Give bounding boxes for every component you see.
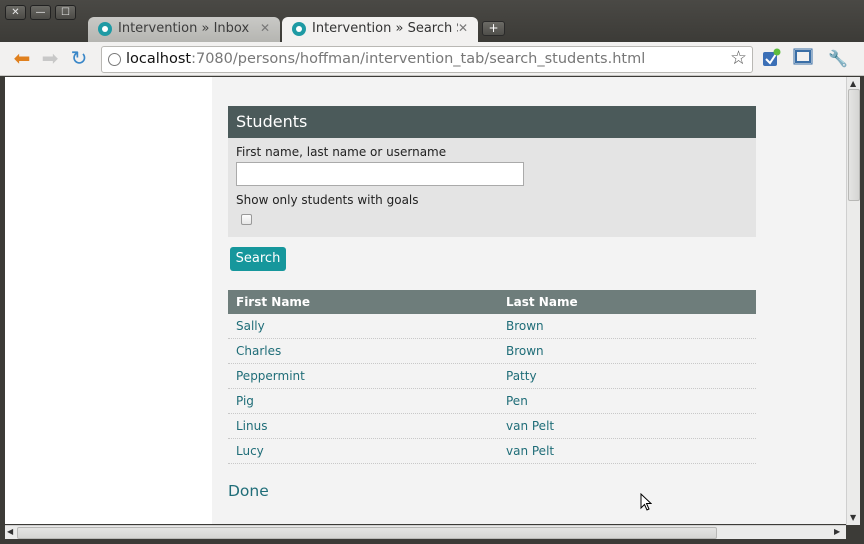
tab-close-icon[interactable]: ✕ [458,17,468,40]
search-button[interactable]: Search [230,247,286,271]
last-name-link[interactable]: Brown [498,314,756,338]
scroll-right-arrow-icon[interactable]: ▶ [834,527,840,537]
table-row: Lucy van Pelt [228,439,756,464]
tab-search-students[interactable]: Intervention » Search Stud ✕ [282,17,478,42]
table-row: Pig Pen [228,389,756,414]
panel-title: Students [228,106,756,138]
students-table: First Name Last Name Sally Brown Charles… [228,290,756,464]
scroll-down-arrow-icon[interactable]: ▼ [850,513,856,523]
title-bar: ✕ — ☐ Intervention » Inbox ✕ Interventio… [0,0,864,42]
forward-arrow-icon[interactable]: ➡ [38,47,62,71]
url-path: :7080/persons/hoffman/intervention_tab/s… [191,51,646,67]
last-name-link[interactable]: Patty [498,364,756,388]
url-host: localhost [126,51,192,67]
window-controls: ✕ — ☐ [5,5,76,20]
table-header-row: First Name Last Name [228,290,756,314]
tab-inbox[interactable]: Intervention » Inbox ✕ [88,17,280,42]
fullscreen-icon[interactable] [792,48,814,70]
extension-puzzle-icon[interactable] [760,48,782,70]
app-logo-icon [98,22,112,36]
vertical-scroll-thumb[interactable] [848,89,860,201]
tab-title: Intervention » Inbox [118,21,250,36]
first-name-header[interactable]: First Name [228,290,498,314]
done-link[interactable]: Done [228,482,269,500]
horizontal-scroll-thumb[interactable] [17,527,717,539]
scroll-up-arrow-icon[interactable]: ▲ [850,79,856,89]
horizontal-scrollbar[interactable]: ◀ ▶ [5,525,846,539]
students-search-panel: Students First name, last name or userna… [228,106,756,237]
table-row: Peppermint Patty [228,364,756,389]
scroll-left-arrow-icon[interactable]: ◀ [7,527,13,537]
page-viewport: Students First name, last name or userna… [5,77,846,524]
page-content: Students First name, last name or userna… [212,77,846,524]
app-logo-icon [292,22,306,36]
tab-title: Intervention » Search Stud [312,21,458,36]
mouse-pointer-icon [640,493,652,511]
first-name-link[interactable]: Charles [228,339,498,363]
last-name-link[interactable]: Pen [498,389,756,413]
name-field-label: First name, last name or username [236,145,447,159]
tab-close-icon[interactable]: ✕ [260,17,270,40]
last-name-link[interactable]: Brown [498,339,756,363]
window-close-button[interactable]: ✕ [5,5,26,20]
first-name-link[interactable]: Linus [228,414,498,438]
table-row: Linus van Pelt [228,414,756,439]
first-name-link[interactable]: Peppermint [228,364,498,388]
vertical-scrollbar[interactable]: ▲ ▼ [846,77,860,525]
address-bar[interactable]: localhost:7080/persons/hoffman/intervent… [101,46,753,73]
bookmark-star-icon[interactable]: ☆ [730,47,747,69]
last-name-link[interactable]: van Pelt [498,414,756,438]
reload-icon[interactable]: ↻ [67,47,91,71]
table-row: Charles Brown [228,339,756,364]
first-name-link[interactable]: Pig [228,389,498,413]
last-name-link[interactable]: van Pelt [498,439,756,463]
window-minimize-button[interactable]: — [30,5,51,20]
goals-only-checkbox[interactable] [241,214,252,225]
first-name-link[interactable]: Lucy [228,439,498,463]
wrench-menu-icon[interactable]: 🔧 [827,48,849,70]
goals-checkbox-label: Show only students with goals [236,193,419,207]
back-arrow-icon[interactable]: ⬅ [10,47,34,71]
first-name-link[interactable]: Sally [228,314,498,338]
globe-icon [108,53,121,66]
last-name-header[interactable]: Last Name [498,290,756,314]
window-maximize-button[interactable]: ☐ [55,5,76,20]
new-tab-button[interactable]: + [482,21,505,36]
table-row: Sally Brown [228,314,756,339]
browser-toolbar: ⬅ ➡ ↻ localhost:7080/persons/hoffman/int… [0,42,864,76]
name-search-input[interactable] [236,162,524,186]
